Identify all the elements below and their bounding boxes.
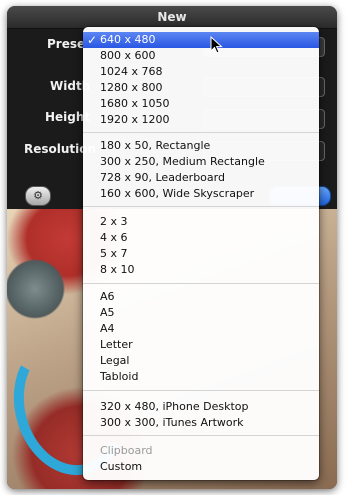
checkmark-icon: ✓ bbox=[87, 33, 98, 47]
menu-item-a4[interactable]: A4 bbox=[83, 321, 319, 337]
menu-item-clipboard: Clipboard bbox=[100, 444, 153, 457]
menu-item-1024x768[interactable]: 1024 x 768 bbox=[83, 64, 319, 80]
menu-item-1280x800[interactable]: 1280 x 800 bbox=[83, 80, 319, 96]
menu-item-5x7[interactable]: 5 x 7 bbox=[83, 246, 319, 262]
menu-item-rectangle[interactable]: 180 x 50, Rectangle bbox=[83, 138, 319, 154]
menu-separator bbox=[83, 435, 319, 436]
menu-item-itunes-artwork[interactable]: 300 x 300, iTunes Artwork bbox=[83, 415, 319, 431]
menu-item-leaderboard[interactable]: 728 x 90, Leaderboard bbox=[83, 170, 319, 186]
menu-item-letter[interactable]: Letter bbox=[83, 337, 319, 353]
menu-item-4x6[interactable]: 4 x 6 bbox=[83, 230, 319, 246]
menu-separator bbox=[83, 206, 319, 207]
menu-separator bbox=[83, 132, 319, 133]
menu-item-640x480[interactable]: ✓ 640 x 480 bbox=[83, 32, 319, 48]
gear-icon[interactable]: ⚙ bbox=[25, 186, 51, 206]
menu-item-iphone-desktop[interactable]: 320 x 480, iPhone Desktop bbox=[83, 399, 319, 415]
menu-item-tabloid[interactable]: Tabloid bbox=[83, 369, 319, 385]
menu-item-1920x1200[interactable]: 1920 x 1200 bbox=[83, 112, 319, 128]
menu-item-legal[interactable]: Legal bbox=[83, 353, 319, 369]
preset-menu: ✓ 640 x 480 800 x 600 1024 x 768 1280 x … bbox=[83, 27, 319, 480]
menu-item-1680x1050[interactable]: 1680 x 1050 bbox=[83, 96, 319, 112]
menu-item-8x10[interactable]: 8 x 10 bbox=[83, 262, 319, 278]
menu-item-a5[interactable]: A5 bbox=[83, 305, 319, 321]
menu-item-wide-skyscraper[interactable]: 160 x 600, Wide Skyscraper bbox=[83, 186, 319, 202]
mouse-pointer-icon bbox=[210, 36, 223, 54]
menu-separator bbox=[83, 390, 319, 391]
menu-item-2x3[interactable]: 2 x 3 bbox=[83, 214, 319, 230]
menu-item-800x600[interactable]: 800 x 600 bbox=[83, 48, 319, 64]
menu-separator bbox=[83, 283, 319, 284]
menu-item-medium-rectangle[interactable]: 300 x 250, Medium Rectangle bbox=[83, 154, 319, 170]
menu-item-custom[interactable]: Custom bbox=[83, 459, 319, 475]
window-title: New bbox=[157, 10, 187, 24]
menu-item-a6[interactable]: A6 bbox=[83, 289, 319, 305]
title-bar: New bbox=[7, 6, 337, 29]
